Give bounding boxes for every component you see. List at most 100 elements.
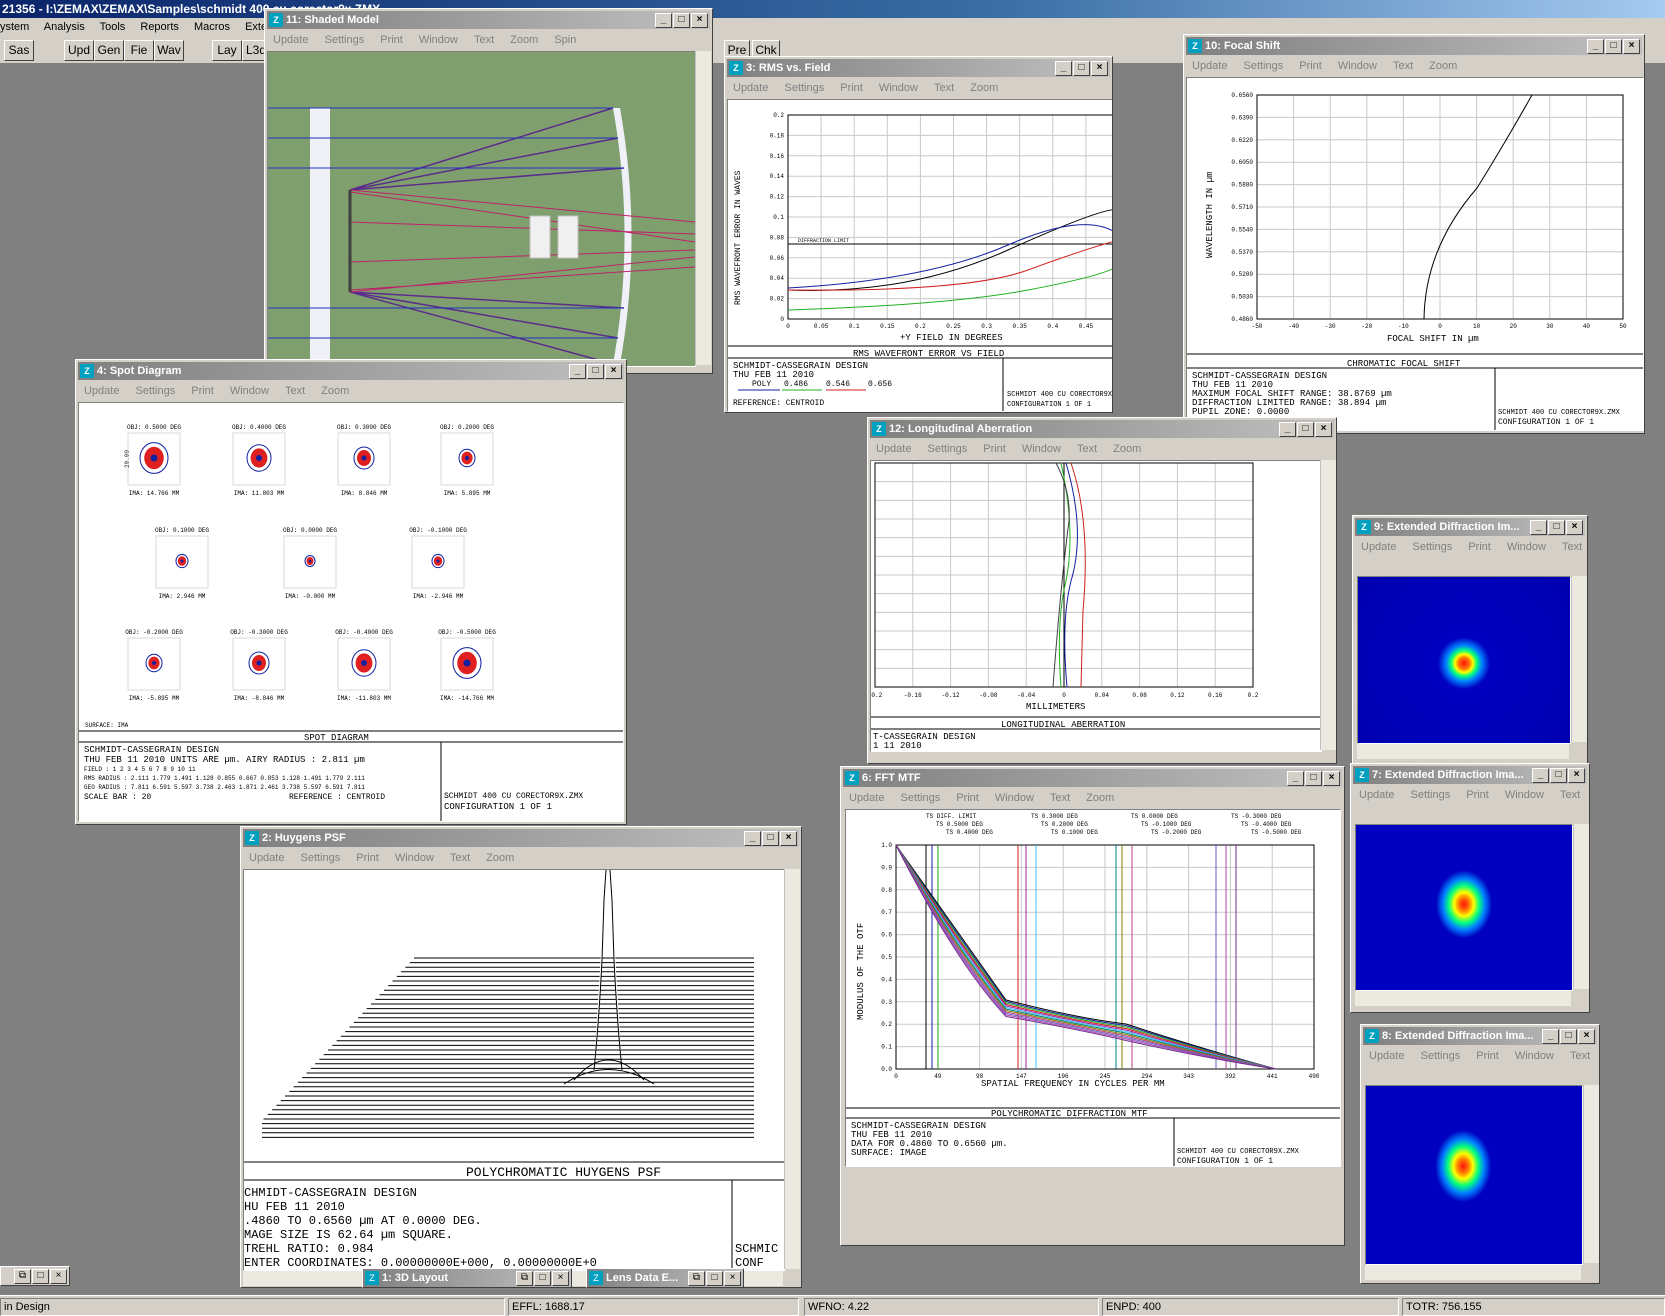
close-button[interactable]: × (50, 1269, 67, 1284)
menu-window[interactable]: Window (1507, 541, 1546, 553)
mtf-titlebar[interactable]: Z 6: FFT MTF _ □ × (843, 769, 1342, 787)
menu-zoom[interactable]: Zoom (321, 385, 349, 397)
minimize-button[interactable]: _ (1279, 422, 1296, 437)
menu-zoom[interactable]: Zoom (1113, 443, 1141, 455)
vertical-scrollbar[interactable] (784, 869, 800, 1269)
menu-window[interactable]: Window (230, 385, 269, 397)
horizontal-scrollbar[interactable] (1355, 991, 1571, 1006)
extended-diffraction-window-7[interactable]: Z 7: Extended Diffraction Ima... _ □ × Upda… (1350, 763, 1590, 1013)
menu-print[interactable]: Print (983, 443, 1006, 455)
shaded-model-titlebar[interactable]: Z 11: Shaded Model _ □ × (267, 11, 710, 29)
menu-zoom[interactable]: Zoom (510, 34, 538, 46)
extended-diffraction-window-9[interactable]: Z 9: Extended Diffraction Im... _ □ × Updat… (1352, 515, 1588, 775)
menu-zoom[interactable]: Zoom (486, 852, 514, 864)
menu-update[interactable]: Update (84, 385, 119, 397)
close-button[interactable]: × (691, 13, 708, 28)
menu-reports[interactable]: Reports (140, 21, 179, 33)
menu-text[interactable]: Text (1077, 443, 1097, 455)
rms-vs-field-window[interactable]: Z 3: RMS vs. Field _ □ × Update Settings Prin… (724, 56, 1113, 413)
minimize-button[interactable]: _ (1532, 768, 1549, 783)
menu-text[interactable]: Text (285, 385, 305, 397)
restore-button[interactable]: ⧉ (688, 1271, 705, 1286)
maximize-button[interactable]: □ (587, 364, 604, 379)
menu-update[interactable]: Update (273, 34, 308, 46)
maximize-button[interactable]: □ (534, 1271, 551, 1286)
extended-diffraction-window-8[interactable]: Z 8: Extended Diffraction Ima... _ □ × Upda… (1360, 1024, 1600, 1284)
vertical-scrollbar[interactable] (1571, 576, 1587, 742)
menu-text[interactable]: Text (450, 852, 470, 864)
toolbar-wav-button[interactable]: Wav (154, 40, 184, 61)
minimize-button[interactable]: _ (1287, 771, 1304, 786)
menu-text[interactable]: Text (1393, 60, 1413, 72)
menu-text[interactable]: Text (934, 82, 954, 94)
menu-update[interactable]: Update (1192, 60, 1227, 72)
menu-macros[interactable]: Macros (194, 21, 230, 33)
menu-window[interactable]: Window (1338, 60, 1377, 72)
menu-settings[interactable]: Settings (927, 443, 967, 455)
toolbar-fie-button[interactable]: Fie (124, 40, 154, 61)
menu-settings[interactable]: Settings (784, 82, 824, 94)
vertical-scrollbar[interactable] (695, 51, 711, 365)
minimize-button[interactable]: _ (655, 13, 672, 28)
maximize-button[interactable]: □ (762, 831, 779, 846)
menu-window[interactable]: Window (1505, 789, 1544, 801)
menu-print[interactable]: Print (191, 385, 214, 397)
menu-settings[interactable]: Settings (1420, 1050, 1460, 1062)
minimize-button[interactable]: _ (1055, 61, 1072, 76)
close-button[interactable]: × (1578, 1029, 1595, 1044)
longitudinal-aberration-window[interactable]: Z 12: Longitudinal Aberration _ □ × Update S… (867, 417, 1337, 764)
toolbar-sas-button[interactable]: Sas (4, 40, 34, 61)
close-button[interactable]: × (1315, 422, 1332, 437)
restore-button[interactable]: ⧉ (14, 1269, 31, 1284)
psf-titlebar[interactable]: Z 2: Huygens PSF _ □ × (243, 829, 799, 847)
menu-settings[interactable]: Settings (135, 385, 175, 397)
menu-window[interactable]: Window (995, 792, 1034, 804)
menu-window[interactable]: Window (1515, 1050, 1554, 1062)
menu-print[interactable]: Print (1468, 541, 1491, 553)
close-button[interactable]: × (1568, 768, 1585, 783)
menu-settings[interactable]: Settings (300, 852, 340, 864)
menu-zoom[interactable]: Zoom (1429, 60, 1457, 72)
menu-settings[interactable]: Settings (1412, 541, 1452, 553)
toolbar-lay-button[interactable]: Lay (212, 40, 242, 61)
menu-settings[interactable]: Settings (1243, 60, 1283, 72)
vertical-scrollbar[interactable] (1320, 460, 1336, 750)
minimized-lens-data-window[interactable]: Z Lens Data E... ⧉ □ × (586, 1268, 744, 1288)
focal-titlebar[interactable]: Z 10: Focal Shift _ □ × (1186, 37, 1642, 55)
spot-titlebar[interactable]: Z 4: Spot Diagram _ □ × (78, 362, 624, 380)
menu-text[interactable]: Text (1050, 792, 1070, 804)
spot-diagram-window[interactable]: Z 4: Spot Diagram _ □ × Update Settings Print… (75, 359, 627, 825)
horizontal-scrollbar[interactable] (1357, 744, 1569, 759)
menu-window[interactable]: Window (419, 34, 458, 46)
close-button[interactable]: × (780, 831, 797, 846)
menu-update[interactable]: Update (876, 443, 911, 455)
vertical-scrollbar[interactable] (1583, 1085, 1599, 1263)
menu-update[interactable]: Update (1369, 1050, 1404, 1062)
horizontal-scrollbar[interactable] (1365, 1265, 1581, 1280)
close-button[interactable]: × (552, 1271, 569, 1286)
menu-print[interactable]: Print (1466, 789, 1489, 801)
rms-titlebar[interactable]: Z 3: RMS vs. Field _ □ × (727, 59, 1110, 77)
menu-tools[interactable]: Tools (100, 21, 126, 33)
menu-print[interactable]: Print (840, 82, 863, 94)
maximize-button[interactable]: □ (706, 1271, 723, 1286)
menu-text[interactable]: Text (1560, 789, 1580, 801)
menu-update[interactable]: Update (249, 852, 284, 864)
menu-update[interactable]: Update (733, 82, 768, 94)
close-button[interactable]: × (1323, 771, 1340, 786)
longab-titlebar[interactable]: Z 12: Longitudinal Aberration _ □ × (870, 420, 1334, 438)
huygens-psf-window[interactable]: Z 2: Huygens PSF _ □ × Update Settings Print W… (240, 826, 802, 1288)
ext7-titlebar[interactable]: Z 7: Extended Diffraction Ima... _ □ × (1353, 766, 1587, 784)
maximize-button[interactable]: □ (1560, 1029, 1577, 1044)
maximize-button[interactable]: □ (673, 13, 690, 28)
toolbar-upd-button[interactable]: Upd (64, 40, 94, 61)
minimized-3d-layout-window[interactable]: Z 1: 3D Layout ⧉ □ × (362, 1268, 572, 1288)
minimize-button[interactable]: _ (1542, 1029, 1559, 1044)
menu-spin[interactable]: Spin (554, 34, 576, 46)
menu-system[interactable]: ystem (0, 21, 29, 33)
ext8-titlebar[interactable]: Z 8: Extended Diffraction Ima... _ □ × (1363, 1027, 1597, 1045)
menu-update[interactable]: Update (1361, 541, 1396, 553)
menu-text[interactable]: Text (1562, 541, 1582, 553)
restore-button[interactable]: ⧉ (516, 1271, 533, 1286)
vertical-scrollbar[interactable] (1573, 824, 1589, 989)
